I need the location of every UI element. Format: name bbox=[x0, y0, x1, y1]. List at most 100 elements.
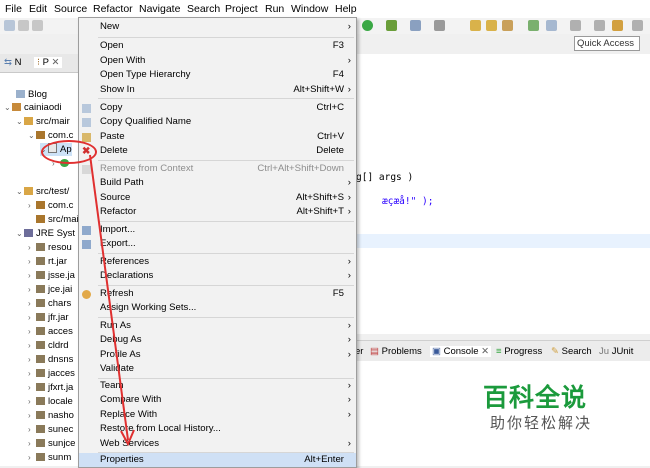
chevron-right-icon[interactable]: › bbox=[28, 451, 36, 464]
chevron-right-icon[interactable]: › bbox=[28, 283, 36, 296]
menu-item-open[interactable]: Open F3 bbox=[79, 39, 356, 54]
menu-item-copy[interactable]: Copy Ctrl+C bbox=[79, 101, 356, 116]
tree-item[interactable]: › nasho bbox=[28, 409, 74, 422]
menu-item-web-services[interactable]: Web Services › bbox=[79, 437, 356, 452]
chevron-right-icon[interactable]: › bbox=[28, 395, 36, 408]
tree-item[interactable]: ⌄ cainiaodi bbox=[4, 101, 62, 114]
chevron-right-icon[interactable]: › bbox=[28, 311, 36, 324]
menu-item-paste[interactable]: Paste Ctrl+V bbox=[79, 130, 356, 145]
menu-item-new[interactable]: New › bbox=[79, 20, 356, 35]
annotation-icon[interactable] bbox=[528, 20, 539, 31]
chevron-right-icon[interactable]: › bbox=[28, 339, 36, 352]
menu-item-open-type-hierarchy[interactable]: Open Type Hierarchy F4 bbox=[79, 68, 356, 83]
menu-help[interactable]: Help bbox=[335, 3, 357, 15]
code-editor[interactable]: g[] args ) æçæå!" ); bbox=[355, 54, 650, 334]
menu-item-build-path[interactable]: Build Path › bbox=[79, 176, 356, 191]
chevron-right-icon[interactable]: › bbox=[28, 255, 36, 268]
menu-item-export[interactable]: Export... bbox=[79, 237, 356, 252]
tree-item[interactable]: › sunm bbox=[28, 451, 71, 464]
menu-item-profile-as[interactable]: Profile As › bbox=[79, 348, 356, 363]
chevron-down-icon[interactable]: ⌄ bbox=[16, 185, 24, 198]
chevron-down-icon[interactable]: ⌄ bbox=[16, 115, 24, 128]
tab-console[interactable]: ▣ Console ✕ bbox=[430, 346, 492, 357]
tree-item[interactable]: › jsse.ja bbox=[28, 269, 75, 282]
print-icon[interactable] bbox=[32, 20, 43, 31]
pin-icon[interactable] bbox=[632, 20, 643, 31]
close-icon[interactable]: ✕ bbox=[481, 346, 489, 357]
menu-item-validate[interactable]: Validate bbox=[79, 362, 356, 377]
menu-item-refactor[interactable]: Refactor Alt+Shift+T › bbox=[79, 205, 356, 220]
menu-item-properties[interactable]: Properties Alt+Enter bbox=[79, 452, 356, 467]
forward-icon[interactable] bbox=[612, 20, 623, 31]
tree-item[interactable]: › dnsns bbox=[28, 353, 73, 366]
menu-item-open-with[interactable]: Open With › bbox=[79, 54, 356, 69]
menu-item-source[interactable]: Source Alt+Shift+S › bbox=[79, 191, 356, 206]
tree-item[interactable]: › sunjce bbox=[28, 437, 75, 450]
chevron-right-icon[interactable]: › bbox=[28, 353, 36, 366]
open-folder-icon[interactable] bbox=[470, 20, 481, 31]
tree-item[interactable]: › locale bbox=[28, 395, 73, 408]
chevron-down-icon[interactable]: ⌄ bbox=[28, 129, 36, 142]
menu-item-delete[interactable]: ✖ Delete Delete bbox=[79, 144, 356, 159]
tree-item[interactable]: › chars bbox=[28, 297, 71, 310]
tree-item[interactable]: ⌄ src/mair bbox=[16, 115, 70, 128]
menu-search[interactable]: Search bbox=[187, 3, 220, 15]
tree-item[interactable]: › jacces bbox=[28, 367, 75, 380]
tab-package-explorer[interactable]: ⁝ P ✕ bbox=[34, 57, 63, 68]
menu-run[interactable]: Run bbox=[265, 3, 284, 15]
menu-item-debug-as[interactable]: Debug As › bbox=[79, 333, 356, 348]
tree-item[interactable]: › resou bbox=[28, 241, 72, 254]
chevron-right-icon[interactable]: › bbox=[28, 437, 36, 450]
history-icon[interactable] bbox=[570, 20, 581, 31]
tab-search[interactable]: ✎ Search bbox=[551, 346, 592, 357]
tool-icon[interactable] bbox=[410, 20, 421, 31]
menu-item-import[interactable]: Import... bbox=[79, 223, 356, 238]
menu-item-run-as[interactable]: Run As › bbox=[79, 319, 356, 334]
menu-item-declarations[interactable]: Declarations › bbox=[79, 269, 356, 284]
menu-navigate[interactable]: Navigate bbox=[139, 3, 180, 15]
menu-edit[interactable]: Edit bbox=[29, 3, 47, 15]
chevron-right-icon[interactable]: › bbox=[28, 241, 36, 254]
tree-item[interactable]: › jfr.jar bbox=[28, 311, 69, 324]
tab-problems[interactable]: ▤ Problems bbox=[370, 346, 422, 357]
menu-item-team[interactable]: Team › bbox=[79, 379, 356, 394]
new-icon[interactable] bbox=[4, 20, 15, 31]
tree-item[interactable]: › rt.jar bbox=[28, 255, 67, 268]
menu-item-references[interactable]: References › bbox=[79, 255, 356, 270]
back-icon[interactable] bbox=[594, 20, 605, 31]
chevron-right-icon[interactable]: › bbox=[28, 325, 36, 338]
tree-item[interactable]: ⌄ src/test/ bbox=[16, 185, 69, 198]
chevron-right-icon[interactable]: › bbox=[28, 297, 36, 310]
tree-item[interactable]: › jfxrt.ja bbox=[28, 381, 73, 394]
chevron-right-icon[interactable]: › bbox=[28, 199, 36, 212]
chevron-right-icon[interactable]: › bbox=[28, 381, 36, 394]
chevron-right-icon[interactable]: › bbox=[28, 423, 36, 436]
quick-access-input[interactable]: Quick Access bbox=[574, 36, 640, 51]
menu-item-restore-local-history[interactable]: Restore from Local History... bbox=[79, 422, 356, 437]
menu-item-compare-with[interactable]: Compare With › bbox=[79, 393, 356, 408]
menu-item-assign-working-sets[interactable]: Assign Working Sets... bbox=[79, 301, 356, 316]
menu-item-show-in[interactable]: Show In Alt+Shift+W › bbox=[79, 83, 356, 98]
menu-item-refresh[interactable]: Refresh F5 bbox=[79, 287, 356, 302]
menu-source[interactable]: Source bbox=[54, 3, 87, 15]
chevron-right-icon[interactable]: › bbox=[28, 409, 36, 422]
external-tools-icon[interactable] bbox=[434, 20, 445, 31]
tree-item[interactable]: › cldrd bbox=[28, 339, 69, 352]
tab-junit[interactable]: Ju JUnit bbox=[599, 346, 633, 357]
menu-window[interactable]: Window bbox=[291, 3, 328, 15]
run-icon[interactable] bbox=[362, 20, 373, 31]
tree-item[interactable]: ⌄ JRE Syst bbox=[16, 227, 75, 240]
tree-item[interactable]: Blog bbox=[16, 88, 47, 101]
close-icon[interactable]: ✕ bbox=[51, 57, 59, 68]
menu-file[interactable]: File bbox=[5, 3, 22, 15]
tree-item[interactable]: src/mair bbox=[28, 213, 82, 226]
search-tool-icon[interactable] bbox=[502, 20, 513, 31]
tree-item[interactable]: › com.c bbox=[28, 199, 73, 212]
tree-item[interactable]: › jce.jai bbox=[28, 283, 72, 296]
tree-item[interactable]: › sunec bbox=[28, 423, 73, 436]
nav-icon[interactable] bbox=[546, 20, 557, 31]
tab-progress[interactable]: ≡ Progress bbox=[496, 346, 542, 357]
debug-icon[interactable] bbox=[386, 20, 397, 31]
chevron-down-icon[interactable]: ⌄ bbox=[4, 101, 12, 114]
save-icon[interactable] bbox=[18, 20, 29, 31]
